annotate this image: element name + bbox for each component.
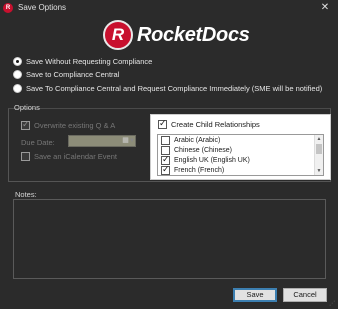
overwrite-label: Overwrite existing Q & A	[34, 121, 116, 130]
list-item[interactable]: English UK (English UK)	[161, 154, 250, 165]
scroll-down-icon[interactable]: ▼	[315, 167, 323, 175]
language-list[interactable]: Arabic (Arabic) Chinese (Chinese) Englis…	[157, 134, 324, 176]
checkbox[interactable]	[161, 164, 170, 175]
list-item[interactable]: Chinese (Chinese)	[161, 146, 232, 155]
language-list-scrollbar[interactable]: ▲ ▼	[314, 135, 323, 175]
logo-mark: R	[103, 20, 133, 50]
language-label: Chinese (Chinese)	[174, 147, 232, 154]
radio-button[interactable]	[13, 56, 22, 66]
due-date-label: Due Date:	[21, 138, 55, 147]
chevron-down-icon[interactable]: ▼	[128, 135, 136, 147]
language-label: Arabic (Arabic)	[174, 137, 221, 144]
radio-label: Save to Compliance Central	[26, 69, 120, 79]
logo-text: RocketDocs	[137, 23, 250, 46]
rocketdocs-logo: R RocketDocs	[103, 19, 250, 51]
notes-textarea[interactable]	[13, 199, 326, 279]
radio-label: Save To Compliance Central and Request C…	[26, 83, 323, 93]
save-button[interactable]: Save	[233, 288, 277, 302]
overwrite-existing-checkbox[interactable]: Overwrite existing Q & A	[21, 119, 116, 131]
checkbox[interactable]	[161, 136, 170, 145]
radio-save-to-compliance-central[interactable]: Save to Compliance Central	[13, 68, 119, 80]
resize-grip-icon[interactable]: ⋰	[329, 300, 337, 308]
radio-button[interactable]	[13, 83, 22, 93]
create-child-relationships-label: Create Child Relationships	[171, 120, 260, 129]
window-title: Save Options	[18, 3, 67, 12]
radio-button[interactable]	[13, 69, 22, 79]
create-child-relationships-checkbox[interactable]: Create Child Relationships	[158, 118, 260, 130]
checkbox[interactable]	[21, 119, 30, 130]
close-icon[interactable]: ✕	[318, 1, 332, 15]
checkbox[interactable]	[21, 152, 30, 161]
language-label: French (French)	[174, 167, 225, 174]
title-bar: R Save Options ✕	[0, 0, 338, 17]
list-item[interactable]: French (French)	[161, 164, 225, 175]
scroll-thumb[interactable]	[316, 144, 322, 154]
radio-label: Save Without Requesting Compliance	[26, 56, 153, 66]
language-label: English UK (English UK)	[174, 157, 250, 164]
radio-save-and-request-compliance[interactable]: Save To Compliance Central and Request C…	[13, 82, 322, 94]
cancel-button[interactable]: Cancel	[283, 288, 327, 302]
icalendar-checkbox[interactable]: Save an iCalendar Event	[21, 151, 117, 162]
scroll-up-icon[interactable]: ▲	[315, 135, 323, 143]
icalendar-label: Save an iCalendar Event	[34, 152, 117, 161]
list-item[interactable]: Arabic (Arabic)	[161, 136, 220, 145]
radio-save-without-compliance[interactable]: Save Without Requesting Compliance	[13, 55, 152, 67]
checkbox[interactable]	[158, 118, 167, 129]
notes-label: Notes:	[15, 190, 37, 199]
app-icon: R	[3, 3, 13, 13]
options-group-label: Options	[14, 103, 40, 112]
